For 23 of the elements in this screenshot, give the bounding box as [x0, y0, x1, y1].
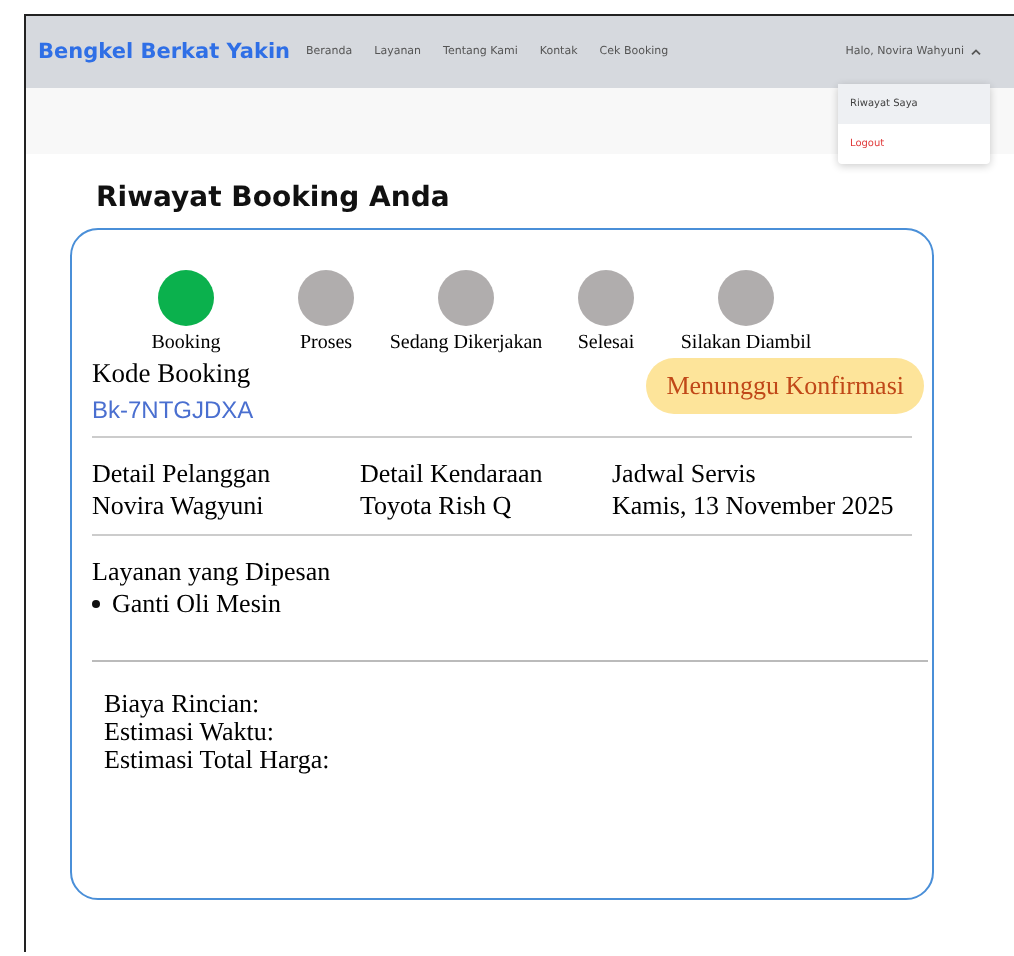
detail-value: Novira Wagyuni — [92, 490, 266, 522]
booking-code: Bk-7NTGJDXA — [92, 396, 254, 424]
bullet-icon — [92, 600, 100, 608]
summary-label: Estimasi Waktu: — [104, 718, 277, 746]
page-title: Riwayat Booking Anda — [96, 182, 452, 214]
service-item: Ganti Oli Mesin — [112, 588, 281, 620]
caret-icon — [970, 48, 982, 56]
step-label: Sedang Dikerjakan — [389, 332, 543, 354]
step-label: Proses — [299, 332, 353, 354]
code-label: Kode Booking — [92, 358, 253, 390]
section-heading: Layanan yang Dipesan — [92, 556, 333, 588]
summary-label: Biaya Rincian: — [104, 690, 262, 718]
detail-heading: Detail Kendaraan — [360, 458, 545, 490]
detail-value: Toyota Rish Q — [360, 490, 514, 522]
step-label: Booking — [151, 332, 221, 354]
detail-heading: Detail Pelanggan — [92, 458, 273, 490]
status-badge: Menunggu Konfirmasi — [646, 358, 924, 414]
step-label: Selesai — [577, 332, 635, 354]
summary-label: Estimasi Total Harga: — [104, 746, 332, 774]
detail-heading: Jadwal Servis — [612, 458, 758, 490]
detail-value: Kamis, 13 November 2025 — [612, 490, 894, 522]
brand-logo[interactable]: Bengkel Berkat Yakin — [38, 40, 306, 64]
step-label: Silakan Diambil — [680, 332, 812, 354]
